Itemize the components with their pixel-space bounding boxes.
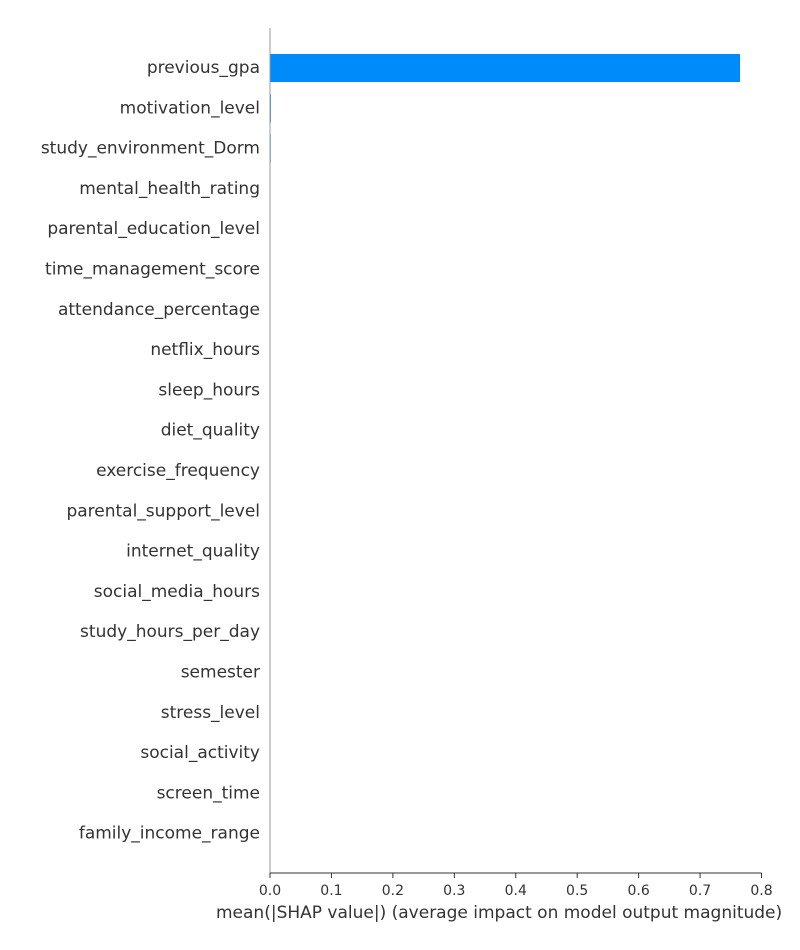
- feature-label: previous_gpa: [147, 58, 260, 78]
- x-ticks-group: 0.0 0.1 0.2 0.3 0.4 0.5 0.6 0.7 0.8: [259, 873, 773, 899]
- feature-label: exercise_frequency: [96, 461, 260, 481]
- feature-label: study_environment_Dorm: [41, 139, 260, 159]
- feature-label: study_hours_per_day: [80, 622, 260, 642]
- feature-label: family_income_range: [79, 824, 260, 844]
- x-tick-label: 0.3: [443, 883, 465, 899]
- feature-label: stress_level: [161, 703, 260, 723]
- feature-label: attendance_percentage: [58, 300, 260, 320]
- x-tick-label: 0.1: [320, 883, 342, 899]
- feature-label: parental_support_level: [66, 501, 260, 521]
- x-tick-label: 0.2: [382, 883, 404, 899]
- feature-label: screen_time: [157, 783, 260, 803]
- feature-label: diet_quality: [161, 421, 260, 441]
- feature-label: social_media_hours: [94, 582, 260, 602]
- feature-label: motivation_level: [120, 98, 260, 118]
- bars-group: [270, 54, 740, 647]
- x-tick-label: 0.8: [750, 883, 772, 899]
- x-tick-label: 0.5: [566, 883, 588, 899]
- x-tick-label: 0.7: [689, 883, 711, 899]
- bar-previous-gpa: [270, 54, 740, 82]
- feature-label: netflix_hours: [150, 340, 260, 360]
- x-tick-label: 0.4: [505, 883, 527, 899]
- feature-label: time_management_score: [45, 260, 260, 280]
- feature-labels-group: previous_gpa motivation_level study_enviro…: [41, 58, 260, 844]
- feature-label: semester: [181, 663, 260, 683]
- feature-label: social_activity: [140, 743, 260, 763]
- feature-label: mental_health_rating: [79, 179, 260, 199]
- x-tick-label: 0.6: [627, 883, 649, 899]
- feature-label: sleep_hours: [158, 380, 260, 400]
- x-axis-title: mean(|SHAP value|) (average impact on mo…: [216, 903, 782, 923]
- shap-bar-chart: previous_gpa motivation_level study_enviro…: [41, 28, 782, 923]
- feature-label: internet_quality: [126, 542, 260, 562]
- feature-label: parental_education_level: [47, 219, 260, 239]
- x-tick-label: 0.0: [259, 883, 281, 899]
